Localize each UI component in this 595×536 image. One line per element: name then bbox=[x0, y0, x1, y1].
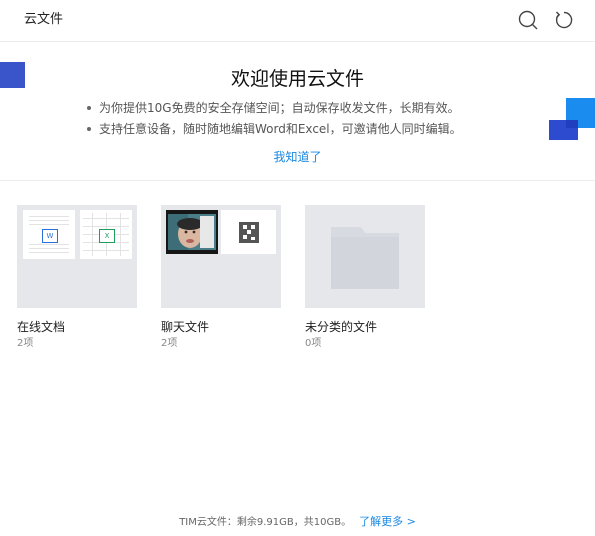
bullet-icon bbox=[87, 126, 91, 131]
folder-item-count: 2项 bbox=[161, 338, 178, 349]
folder-uncategorized[interactable]: 未分类的文件 0项 bbox=[305, 205, 425, 350]
welcome-title: 欢迎使用云文件 bbox=[230, 68, 364, 90]
excel-icon: X bbox=[99, 229, 115, 243]
feature-list: 为你提供10G免费的安全存储空间；自动保存收发文件，长期有效。 支持任意设备，随… bbox=[87, 98, 462, 140]
folder-thumbnail bbox=[305, 205, 425, 308]
feature-text: 支持任意设备，随时随地编辑Word和Excel，可邀请他人同时编辑。 bbox=[99, 122, 462, 136]
cloud-files-page: 云文件 欢迎使用云文件 为你提供10G免费的安全存储空间；自动保存收发文件，长期… bbox=[0, 0, 595, 536]
welcome-banner: 欢迎使用云文件 为你提供10G免费的安全存储空间；自动保存收发文件，长期有效。 … bbox=[0, 42, 595, 181]
folder-name: 聊天文件 bbox=[161, 320, 210, 334]
folder-icon bbox=[331, 225, 399, 293]
feature-item: 支持任意设备，随时随地编辑Word和Excel，可邀请他人同时编辑。 bbox=[87, 119, 462, 140]
refresh-button[interactable] bbox=[553, 9, 575, 31]
folder-thumbnail: W X bbox=[17, 205, 137, 308]
folder-online-docs[interactable]: W X 在线文档 2项 bbox=[17, 205, 137, 350]
folder-name: 在线文档 bbox=[17, 320, 66, 334]
excel-doc-preview: X bbox=[80, 210, 132, 259]
search-button[interactable] bbox=[517, 9, 539, 31]
qr-code-preview bbox=[221, 210, 276, 254]
folder-thumbnail bbox=[161, 205, 281, 308]
folder-name: 未分类的文件 bbox=[305, 320, 378, 334]
feature-text: 为你提供10G免费的安全存储空间；自动保存收发文件，长期有效。 bbox=[99, 101, 460, 115]
search-icon bbox=[517, 9, 539, 31]
storage-footer: TIM云文件：剩余9.91GB，共10GB。 了解更多 > bbox=[0, 514, 595, 531]
folder-chat-files[interactable]: 聊天文件 2项 bbox=[161, 205, 281, 350]
feature-item: 为你提供10G免费的安全存储空间；自动保存收发文件，长期有效。 bbox=[87, 98, 462, 119]
header-bar: 云文件 bbox=[0, 0, 595, 42]
folder-item-count: 0项 bbox=[305, 338, 322, 349]
page-title: 云文件 bbox=[24, 12, 64, 27]
video-preview-image bbox=[166, 210, 218, 254]
dismiss-link[interactable]: 我知道了 bbox=[0, 148, 595, 166]
word-doc-preview: W bbox=[23, 210, 75, 259]
storage-status: TIM云文件：剩余9.91GB，共10GB。 bbox=[179, 517, 352, 528]
decoration-square bbox=[566, 120, 578, 128]
folder-item-count: 2项 bbox=[17, 338, 34, 349]
refresh-icon bbox=[553, 9, 575, 31]
bullet-icon bbox=[87, 105, 91, 110]
word-icon: W bbox=[42, 229, 58, 243]
learn-more-link[interactable]: 了解更多 > bbox=[359, 515, 416, 528]
